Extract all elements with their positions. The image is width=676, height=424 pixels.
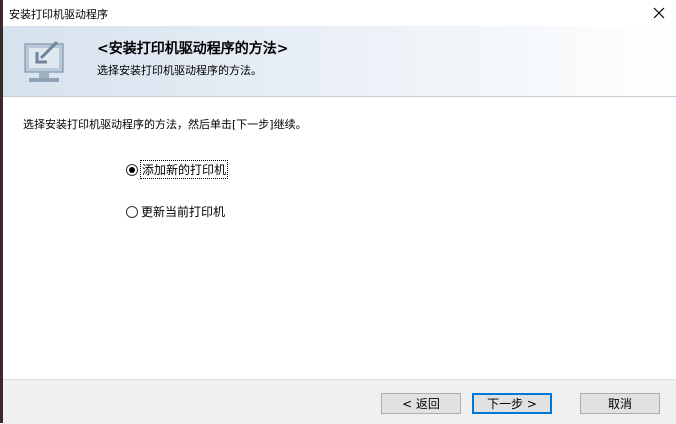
computer-arrow-icon <box>24 40 64 82</box>
header-subtitle: 选择安装打印机驱动程序的方法。 <box>97 64 262 77</box>
button-bar: < 返回 下一步 > 取消 <box>3 379 676 424</box>
window-title: 安装打印机驱动程序 <box>9 8 108 21</box>
radio-button[interactable] <box>126 205 138 218</box>
radio-button-selected[interactable] <box>126 163 138 176</box>
close-button[interactable] <box>642 0 676 26</box>
instruction-text: 选择安装打印机驱动程序的方法，然后单击[下一步]继续。 <box>23 118 307 131</box>
header-title: <安装打印机驱动程序的方法> <box>97 41 289 57</box>
option-label: 更新当前打印机 <box>141 205 226 219</box>
next-button[interactable]: 下一步 > <box>472 393 552 414</box>
title-bar: 安装打印机驱动程序 <box>3 0 676 26</box>
option-label: 添加新的打印机 <box>139 160 229 179</box>
wizard-header: <安装打印机驱动程序的方法> 选择安装打印机驱动程序的方法。 <box>3 26 676 97</box>
installer-window: 安装打印机驱动程序 <安装打印机驱动程序的方法> 选择安装打印机驱动程序的方法。… <box>0 0 676 424</box>
back-button[interactable]: < 返回 <box>381 393 461 414</box>
option-update-printer[interactable]: 更新当前打印机 <box>126 203 225 220</box>
option-add-new-printer[interactable]: 添加新的打印机 <box>126 160 229 179</box>
close-icon <box>653 7 665 19</box>
cancel-button[interactable]: 取消 <box>580 393 660 414</box>
